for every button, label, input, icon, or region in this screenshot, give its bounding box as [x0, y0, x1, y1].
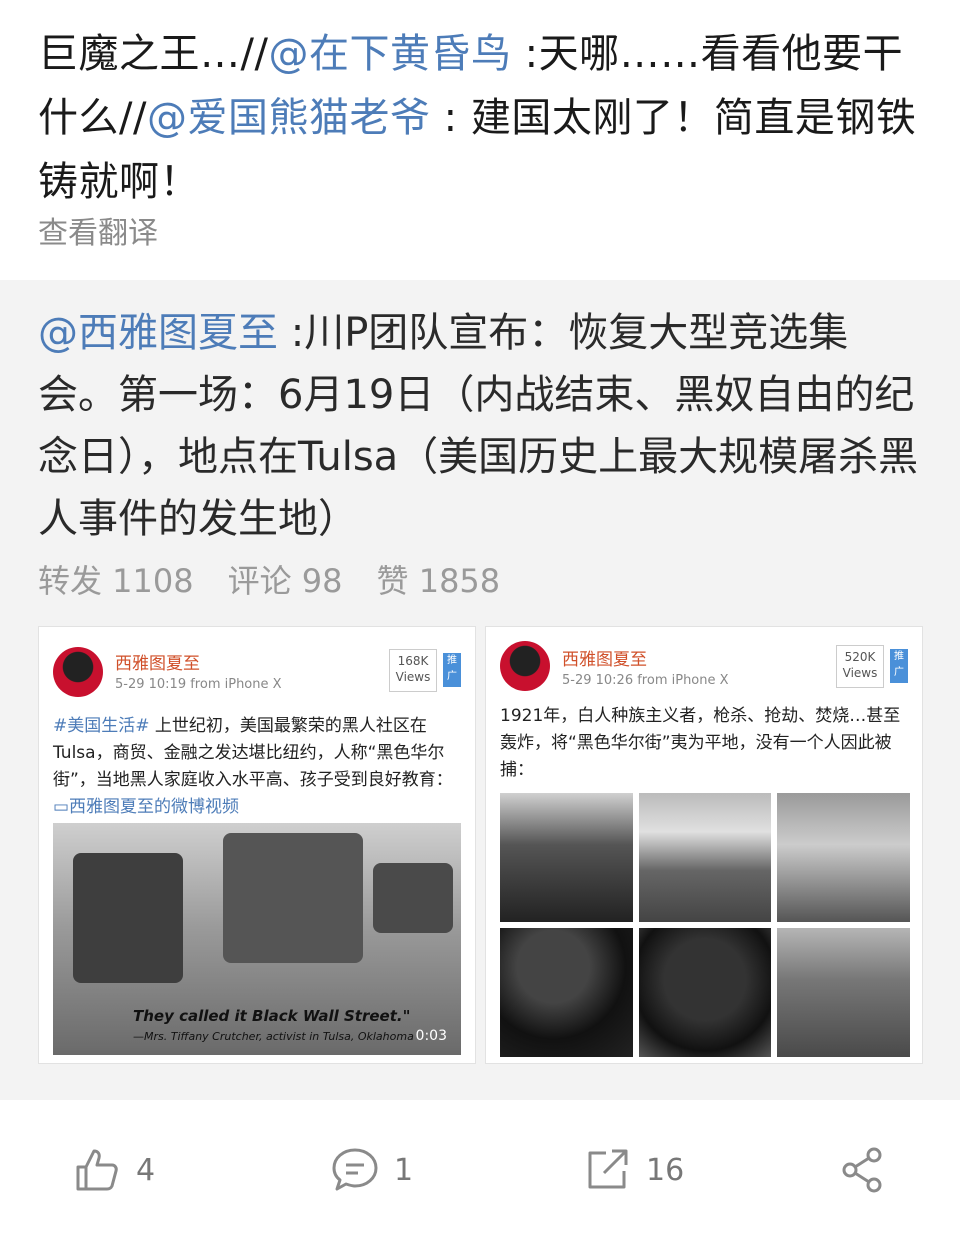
repost-like-count[interactable]: 赞 1858	[377, 556, 501, 602]
photo	[500, 793, 633, 922]
hashtag: #美国生活#	[53, 716, 150, 736]
share-button[interactable]: 16	[582, 1145, 684, 1195]
comment-button[interactable]: 1	[330, 1145, 413, 1195]
thumbs-up-icon	[76, 1149, 118, 1191]
views-label: Views	[395, 670, 431, 684]
views-label: Views	[842, 666, 878, 680]
photo	[638, 793, 772, 922]
comment-icon	[332, 1148, 378, 1191]
repost-image-2[interactable]: 西雅图夏至 5-29 10:26 from iPhone X 520K View…	[485, 626, 923, 1064]
thumb-author-name: 西雅图夏至	[115, 654, 200, 674]
views-number: 168K	[397, 654, 429, 668]
mention-link[interactable]: @在下黄昏鸟	[268, 31, 511, 77]
video-duration: 0:03	[415, 1028, 447, 1044]
video-caption: They called it Black Wall Street."	[133, 1007, 411, 1025]
post-text: 巨魔之王…//@在下黄昏鸟 :天哪……看看他要干什么//@爱国熊猫老爷 : 建国…	[38, 22, 923, 214]
photo-grid	[500, 793, 910, 1057]
translate-link[interactable]: 查看翻译	[38, 208, 158, 252]
repost-card[interactable]: @西雅图夏至 :川P团队宣布：恢复大型竞选集会。第一场：6月19日（内战结束、黑…	[0, 280, 960, 1100]
more-share-button[interactable]	[838, 1145, 888, 1195]
video-frame: They called it Black Wall Street." —Mrs.…	[53, 823, 461, 1055]
photo	[500, 928, 633, 1057]
like-count: 4	[136, 1152, 156, 1188]
repost-author-mention[interactable]: @西雅图夏至	[38, 310, 278, 356]
views-number: 520K	[844, 650, 876, 664]
thumb-body: #美国生活# 上世纪初，美国最繁荣的黑人社区在Tulsa，商贸、金融之发达堪比纽…	[53, 713, 465, 821]
post-segment: 巨魔之王…//	[38, 31, 269, 77]
views-badge: 168K Views	[389, 649, 437, 692]
thumb-author-name: 西雅图夏至	[562, 650, 647, 670]
video-link: ▭西雅图夏至的微博视频	[53, 797, 240, 817]
mention-link[interactable]: @爱国熊猫老爷	[147, 95, 431, 141]
photo	[638, 928, 772, 1057]
repost-stats: 转发 1108 评论 98 赞 1858	[38, 556, 500, 602]
views-badge: 520K Views	[836, 645, 884, 688]
avatar	[500, 641, 550, 691]
video-subcaption: —Mrs. Tiffany Crutcher, activist in Tuls…	[133, 1030, 414, 1043]
repost-comment-count[interactable]: 评论 98	[228, 556, 343, 602]
car-shape	[223, 833, 363, 963]
action-bar: 4 1 16	[0, 1120, 960, 1220]
promo-tag: 推广	[443, 653, 461, 687]
promo-tag: 推广	[890, 649, 908, 683]
thumb-meta: 5-29 10:26 from iPhone X	[562, 673, 729, 688]
comment-count: 1	[394, 1152, 414, 1188]
repost-text: @西雅图夏至 :川P团队宣布：恢复大型竞选集会。第一场：6月19日（内战结束、黑…	[38, 302, 928, 550]
photo	[777, 793, 910, 922]
like-button[interactable]: 4	[72, 1145, 155, 1195]
share-count: 16	[646, 1152, 685, 1188]
car-shape	[73, 853, 183, 983]
share-network-icon	[842, 1147, 882, 1193]
avatar	[53, 647, 103, 697]
share-arrow-icon	[588, 1149, 628, 1189]
repost-forward-count[interactable]: 转发 1108	[38, 556, 194, 602]
photo	[777, 928, 910, 1057]
thumb-meta: 5-29 10:19 from iPhone X	[115, 677, 282, 692]
thumb-body: 1921年，白人种族主义者，枪杀、抢劫、焚烧…甚至轰炸，将“黑色华尔街”夷为平地…	[500, 706, 901, 780]
repost-image-1[interactable]: 西雅图夏至 5-29 10:19 from iPhone X 168K View…	[38, 626, 476, 1064]
car-shape	[373, 863, 453, 933]
